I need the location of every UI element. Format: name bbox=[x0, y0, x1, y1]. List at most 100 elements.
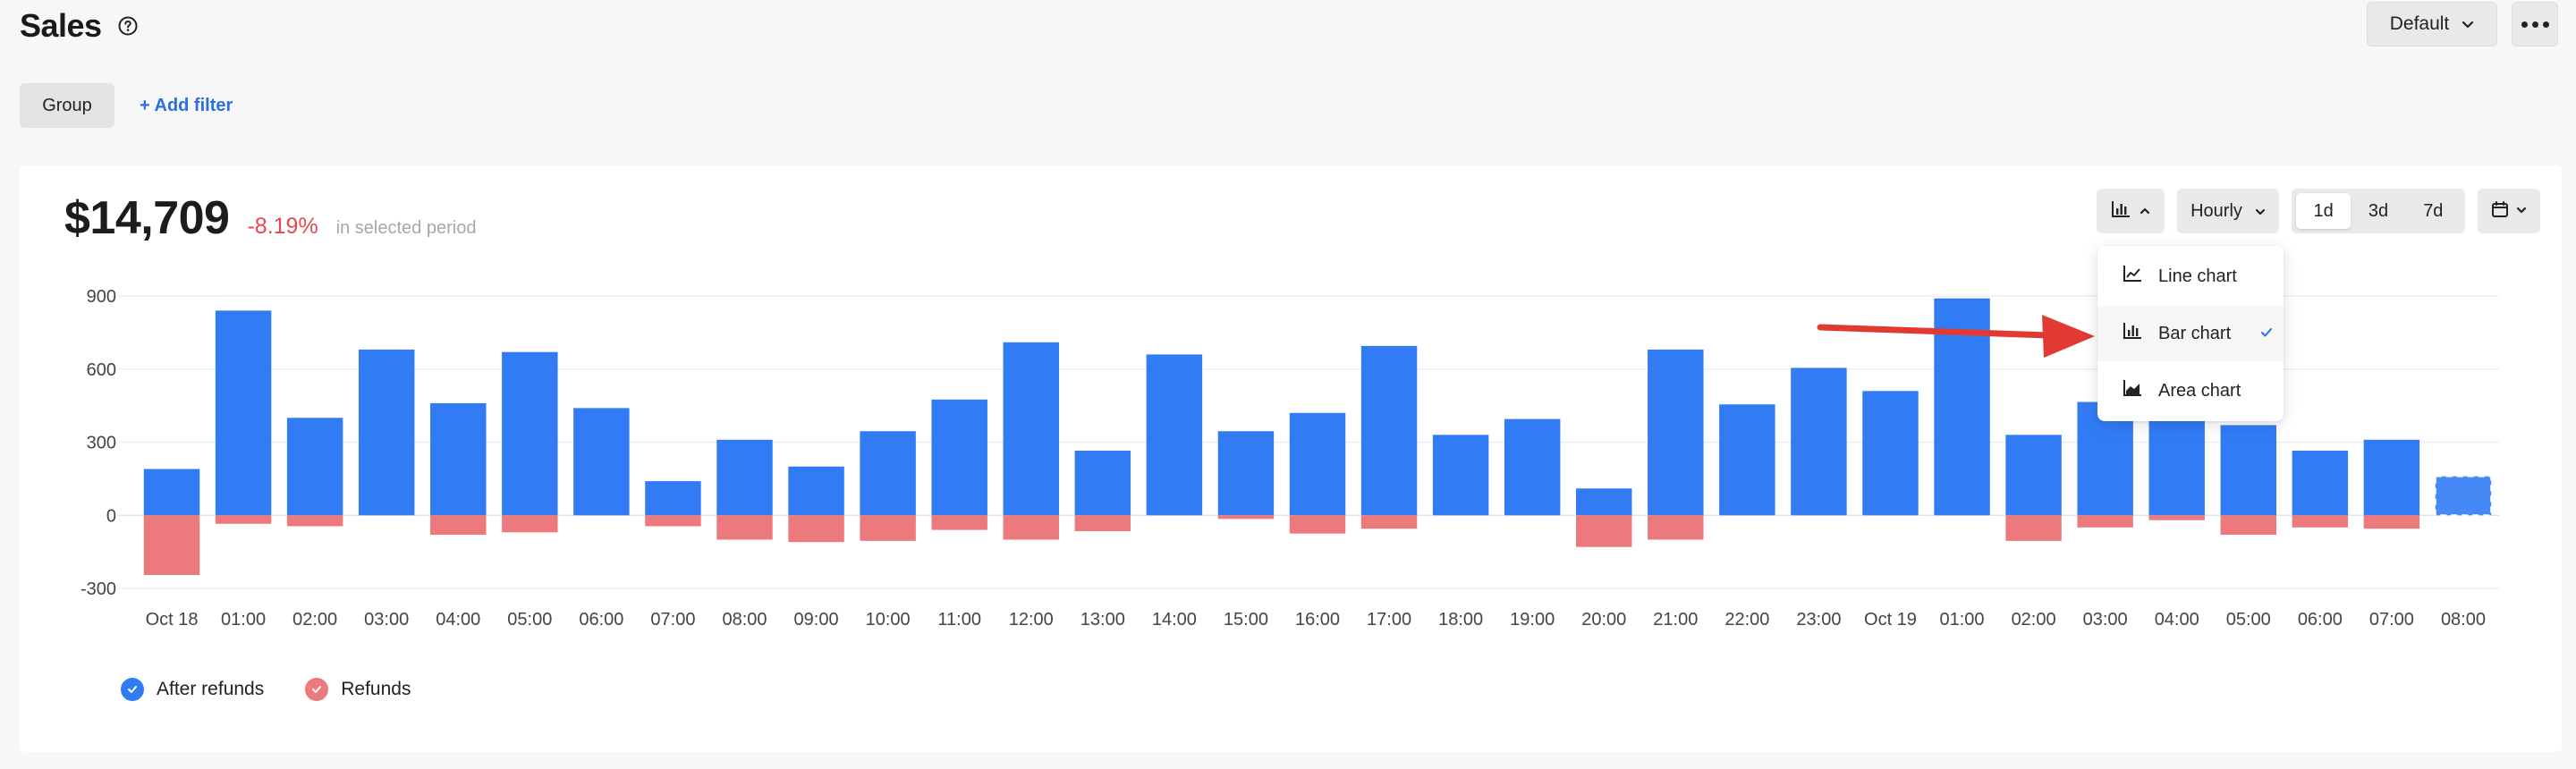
legend-item-refunds[interactable]: Refunds bbox=[305, 678, 411, 701]
x-tick-label: 21:00 bbox=[1653, 610, 1698, 630]
line-chart-icon bbox=[2123, 265, 2142, 288]
menu-item-area-chart[interactable]: Area chart bbox=[2097, 363, 2284, 418]
legend-item-after-refunds[interactable]: After refunds bbox=[121, 678, 264, 701]
check-icon bbox=[121, 678, 144, 701]
bar-after-refunds bbox=[1432, 435, 1489, 516]
menu-label-line-chart: Line chart bbox=[2158, 266, 2237, 286]
menu-item-bar-chart[interactable]: Bar chart bbox=[2097, 306, 2284, 361]
default-view-label: Default bbox=[2389, 13, 2450, 34]
bar-after-refunds bbox=[931, 399, 987, 516]
bar-after-refunds bbox=[573, 408, 630, 516]
bar-refunds bbox=[2220, 515, 2277, 536]
bar-after-refunds bbox=[1360, 345, 1418, 516]
x-tick-label: 05:00 bbox=[2226, 610, 2271, 630]
bar-after-refunds bbox=[1934, 298, 1990, 516]
bar-refunds bbox=[716, 515, 773, 540]
legend-label-after-refunds: After refunds bbox=[157, 679, 265, 699]
bar-refunds bbox=[1360, 515, 1418, 529]
bar-refunds bbox=[143, 515, 200, 576]
x-tick-label: 20:00 bbox=[1581, 610, 1626, 630]
bar-refunds bbox=[215, 515, 272, 524]
bar-refunds bbox=[502, 515, 558, 533]
bar-refunds bbox=[860, 515, 916, 541]
x-tick-label: 19:00 bbox=[1510, 610, 1555, 630]
more-options-button[interactable] bbox=[2512, 2, 2558, 46]
bar-after-refunds bbox=[1648, 349, 1704, 516]
x-tick-label: 04:00 bbox=[436, 610, 480, 630]
x-tick-label: 18:00 bbox=[1438, 610, 1483, 630]
legend-label-refunds: Refunds bbox=[341, 679, 411, 699]
bar-refunds bbox=[788, 515, 844, 543]
x-tick-label: 02:00 bbox=[292, 610, 337, 630]
bar-after-refunds bbox=[502, 351, 558, 516]
x-tick-label: 09:00 bbox=[794, 610, 839, 630]
bar-refunds bbox=[1217, 515, 1275, 520]
y-tick-label: 600 bbox=[87, 360, 116, 380]
bar-after-refunds bbox=[1289, 412, 1346, 516]
default-view-button[interactable]: Default bbox=[2367, 2, 2497, 46]
bar-refunds bbox=[286, 515, 343, 527]
x-tick-label: 22:00 bbox=[1724, 610, 1769, 630]
bar-refunds bbox=[931, 515, 987, 530]
x-tick-label: 11:00 bbox=[937, 610, 981, 630]
x-tick-label: 23:00 bbox=[1796, 610, 1841, 630]
chart-legend: After refunds Refunds bbox=[121, 678, 411, 701]
x-tick-label: 14:00 bbox=[1152, 610, 1197, 630]
bar-after-refunds bbox=[1862, 391, 1919, 516]
bar-after-refunds bbox=[1003, 342, 1059, 516]
bar-after-refunds bbox=[2363, 439, 2420, 516]
y-tick-label: -300 bbox=[80, 579, 116, 599]
bar-after-refunds bbox=[1791, 368, 1847, 516]
x-tick-label: 01:00 bbox=[221, 610, 266, 630]
bar-after-refunds bbox=[1576, 488, 1632, 516]
menu-label-bar-chart: Bar chart bbox=[2158, 323, 2232, 343]
help-icon[interactable] bbox=[118, 16, 138, 36]
bar-refunds bbox=[1003, 515, 1059, 540]
x-tick-label: 16:00 bbox=[1295, 610, 1340, 630]
group-button[interactable]: Group bbox=[20, 83, 114, 128]
bar-after-refunds bbox=[430, 402, 487, 516]
menu-item-line-chart[interactable]: Line chart bbox=[2097, 249, 2284, 304]
bar-after-refunds bbox=[2220, 425, 2277, 516]
check-icon bbox=[305, 678, 329, 701]
bar-refunds bbox=[1576, 515, 1632, 547]
add-filter-link[interactable]: + Add filter bbox=[140, 96, 233, 116]
checkmark-icon bbox=[2259, 324, 2274, 344]
bar-after-refunds bbox=[645, 481, 701, 516]
bar-after-refunds bbox=[788, 466, 844, 516]
more-dot-icon bbox=[2542, 21, 2549, 28]
bar-refunds bbox=[1289, 515, 1346, 534]
chart-type-menu: Line chart Bar chart Area chart bbox=[2097, 246, 2284, 421]
bar-refunds bbox=[2005, 515, 2062, 541]
bar-after-refunds bbox=[2148, 412, 2205, 516]
x-tick-label: Oct 19 bbox=[1864, 610, 1917, 630]
bar-after-refunds bbox=[1719, 404, 1775, 516]
y-tick-label: 300 bbox=[87, 434, 116, 453]
x-tick-label: 08:00 bbox=[2441, 610, 2486, 630]
bar-after-refunds-partial bbox=[2434, 475, 2493, 517]
x-tick-label: 08:00 bbox=[722, 610, 767, 630]
x-tick-label: 07:00 bbox=[2369, 610, 2414, 630]
x-tick-label: 03:00 bbox=[2083, 610, 2128, 630]
bar-refunds bbox=[2148, 515, 2205, 520]
page-header: Sales bbox=[20, 0, 138, 52]
x-tick-label: 01:00 bbox=[1940, 610, 1985, 630]
bar-after-refunds bbox=[1504, 418, 1561, 516]
x-tick-label: Oct 18 bbox=[146, 610, 199, 630]
bar-after-refunds bbox=[1146, 354, 1203, 516]
bar-after-refunds bbox=[358, 349, 415, 516]
bar-after-refunds bbox=[2292, 451, 2349, 516]
bar-refunds bbox=[2077, 515, 2133, 528]
bar-after-refunds bbox=[2005, 435, 2062, 516]
bar-after-refunds bbox=[286, 418, 343, 516]
bar-after-refunds bbox=[1074, 451, 1131, 516]
y-tick-label: 0 bbox=[106, 506, 116, 526]
x-tick-label: 02:00 bbox=[2012, 610, 2056, 630]
x-tick-label: 15:00 bbox=[1224, 610, 1268, 630]
x-tick-label: 05:00 bbox=[507, 610, 552, 630]
x-tick-label: 04:00 bbox=[2155, 610, 2199, 630]
bar-refunds bbox=[1648, 515, 1704, 540]
more-dot-icon bbox=[2521, 21, 2528, 28]
x-tick-label: 13:00 bbox=[1080, 610, 1125, 630]
bar-after-refunds bbox=[716, 439, 773, 516]
